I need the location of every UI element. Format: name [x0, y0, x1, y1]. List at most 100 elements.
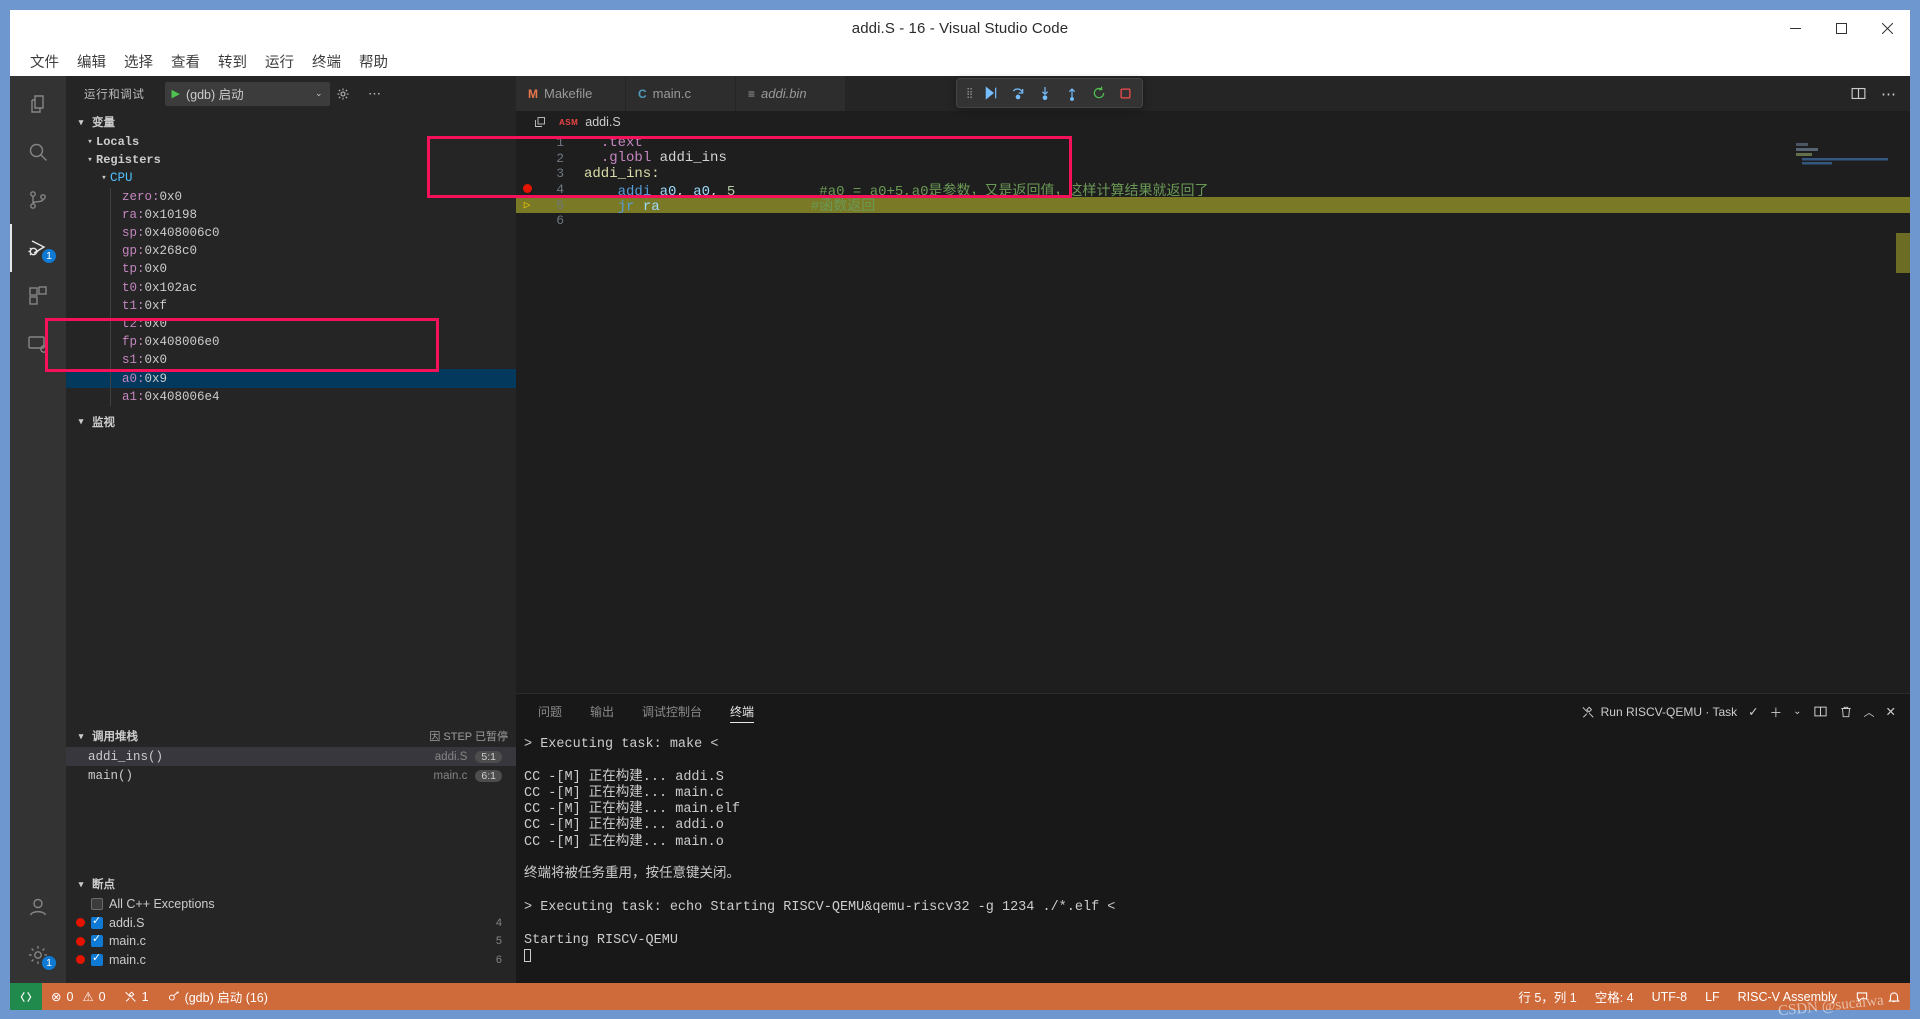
breakpoint-checkbox[interactable] [91, 951, 103, 966]
menu-view[interactable]: 查看 [163, 48, 208, 75]
status-language-mode[interactable]: RISC-V Assembly [1729, 983, 1846, 1010]
debug-configure-gear-icon[interactable] [336, 87, 358, 101]
menu-selection[interactable]: 选择 [116, 48, 161, 75]
drag-handle-icon[interactable]: ⣿ [966, 88, 973, 99]
start-debugging-icon[interactable]: ▶ [172, 87, 180, 100]
split-editor-icon[interactable] [1850, 85, 1867, 102]
menu-file[interactable]: 文件 [22, 48, 67, 75]
tree-item-cpu[interactable]: ▾ CPU [66, 169, 516, 187]
breakpoint-list[interactable]: All C++ Exceptions addi.S 4 main.c 5 main.c 6 [66, 895, 516, 969]
tree-item-locals[interactable]: ▾ Locals [66, 133, 516, 151]
status-feedback-icon[interactable] [1846, 983, 1878, 1010]
callstack-frame[interactable]: addi_ins() addi.S 5:1 [66, 747, 516, 766]
tab-addi-bin[interactable]: ≡ addi.bin [736, 76, 846, 111]
sidebar-item-extensions[interactable] [10, 272, 66, 320]
launch-config-dropdown[interactable]: ▶ (gdb) 启动 ⌄ [164, 81, 330, 106]
register-row-t0[interactable]: t0: 0x102ac [66, 278, 516, 297]
maximize-button[interactable] [1818, 10, 1864, 47]
code-editor[interactable]: 1 .text 2 .globl addi_ins 3 addi_ins: 4 addi… [516, 133, 1910, 693]
status-debug-session[interactable]: (gdb) 启动 (16) [158, 983, 277, 1010]
kill-terminal-icon[interactable] [1839, 705, 1853, 719]
close-button[interactable] [1864, 10, 1910, 47]
stop-button[interactable] [1118, 86, 1133, 101]
tab-makefile[interactable]: M Makefile [516, 76, 626, 111]
terminal-output[interactable]: > Executing task: make < CC -[M] 正在构建... … [516, 729, 1910, 983]
minimap[interactable] [1796, 137, 1896, 197]
tab-debug-console[interactable]: 调试控制台 [630, 694, 714, 729]
menu-edit[interactable]: 编辑 [69, 48, 114, 75]
breakpoint-checkbox[interactable] [91, 898, 103, 911]
breakpoint-checkbox[interactable] [91, 914, 103, 929]
sidebar-item-source-control[interactable] [10, 176, 66, 224]
register-row-zero[interactable]: zero: 0x0 [66, 187, 516, 206]
status-eol[interactable]: LF [1696, 983, 1729, 1010]
active-terminal-name[interactable]: Run RISCV-QEMU · Task [1581, 705, 1737, 719]
variables-tree[interactable]: ▾ Locals ▾ Registers ▾ CPU zero: 0x0 ra: … [66, 133, 516, 411]
breakpoint-gutter-icon[interactable] [516, 182, 538, 198]
status-problems[interactable]: ⊗ 0 ⚠ 0 [42, 983, 115, 1010]
code-line[interactable]: 1 .text [516, 135, 1910, 151]
step-into-button[interactable] [1037, 85, 1053, 101]
code-line[interactable]: 4 addi a0, a0, 5 #a0 = a0+5,a0是参数，又是返回值，… [516, 182, 1910, 200]
split-terminal-icon[interactable] [1813, 704, 1828, 719]
register-row-fp[interactable]: fp: 0x408006e0 [66, 333, 516, 352]
tab-problems[interactable]: 问题 [526, 694, 574, 729]
variables-header[interactable]: ▾ 变量 [66, 111, 516, 133]
sidebar-more-actions-icon[interactable]: ⋯ [364, 86, 386, 102]
breakpoints-header[interactable]: ▾ 断点 [66, 873, 516, 895]
collapse-all-icon[interactable] [534, 116, 546, 128]
step-out-button[interactable] [1064, 85, 1080, 101]
register-row-tp[interactable]: tp: 0x0 [66, 260, 516, 279]
breakpoint-item[interactable]: main.c 5 [66, 932, 516, 951]
current-execution-arrow-icon[interactable]: ▷ [516, 197, 538, 213]
menu-go[interactable]: 转到 [210, 48, 255, 75]
watch-header[interactable]: ▾ 监视 [66, 410, 516, 433]
code-line[interactable]: 6 [516, 213, 1910, 229]
task-check-icon[interactable]: ✓ [1748, 704, 1758, 719]
code-line[interactable]: 2 .globl addi_ins [516, 150, 1910, 166]
status-tasks[interactable]: 1 [115, 983, 158, 1010]
breakpoint-checkbox[interactable] [91, 932, 103, 948]
register-row-t2[interactable]: t2: 0x0 [66, 314, 516, 334]
status-cursor-position[interactable]: 行 5，列 1 [1509, 983, 1585, 1010]
code-line[interactable]: ▷ 5 jr ra #函数返回 [516, 197, 1910, 215]
menu-help[interactable]: 帮助 [351, 48, 396, 75]
status-encoding[interactable]: UTF-8 [1643, 983, 1696, 1010]
accounts-button[interactable] [10, 883, 66, 931]
breadcrumb-file[interactable]: addi.S [585, 115, 620, 129]
callstack-frame[interactable]: main() main.c 6:1 [66, 766, 516, 785]
register-row-a1[interactable]: a1: 0x408006e4 [66, 387, 516, 406]
close-panel-icon[interactable]: ✕ [1886, 704, 1896, 719]
register-row-a0[interactable]: a0: 0x9 [66, 369, 516, 388]
tab-main-c[interactable]: C main.c [626, 76, 736, 111]
remote-host-button[interactable] [10, 983, 42, 1010]
tab-output[interactable]: 输出 [578, 694, 626, 729]
callstack-header[interactable]: ▾ 调用堆栈 因 STEP 已暂停 [66, 725, 516, 747]
editor-more-icon[interactable]: ⋯ [1881, 85, 1896, 103]
register-row-gp[interactable]: gp: 0x268c0 [66, 242, 516, 261]
continue-button[interactable] [983, 85, 999, 101]
tree-item-registers[interactable]: ▾ Registers [66, 151, 516, 169]
restart-button[interactable] [1091, 85, 1107, 101]
sidebar-item-run-and-debug[interactable]: 1 [10, 224, 66, 272]
menu-run[interactable]: 运行 [257, 48, 302, 75]
breakpoint-item[interactable]: main.c 6 [66, 951, 516, 970]
breakpoint-item[interactable]: addi.S 4 [66, 914, 516, 933]
register-row-t1[interactable]: t1: 0xf [66, 296, 516, 315]
maximize-panel-icon[interactable]: ︿ [1864, 704, 1875, 720]
sidebar-item-explorer[interactable] [10, 80, 66, 128]
callstack-frames[interactable]: addi_ins() addi.S 5:1 main() main.c 6:1 [66, 747, 516, 785]
step-over-button[interactable] [1010, 85, 1026, 101]
minimize-button[interactable] [1772, 10, 1818, 47]
sidebar-item-remote-explorer[interactable] [10, 320, 66, 368]
settings-button[interactable]: 1 [10, 931, 66, 979]
breakpoint-item[interactable]: All C++ Exceptions [66, 895, 516, 914]
tab-terminal[interactable]: 终端 [718, 694, 766, 729]
menu-terminal[interactable]: 终端 [304, 48, 349, 75]
new-terminal-icon[interactable]: ＋ [1770, 702, 1783, 721]
debug-toolbar[interactable]: ⣿ [956, 78, 1144, 108]
register-row-ra[interactable]: ra: 0x10198 [66, 205, 516, 224]
register-row-s1[interactable]: s1: 0x0 [66, 351, 516, 370]
sidebar-item-search[interactable] [10, 128, 66, 176]
register-row-sp[interactable]: sp: 0x408006c0 [66, 223, 516, 243]
